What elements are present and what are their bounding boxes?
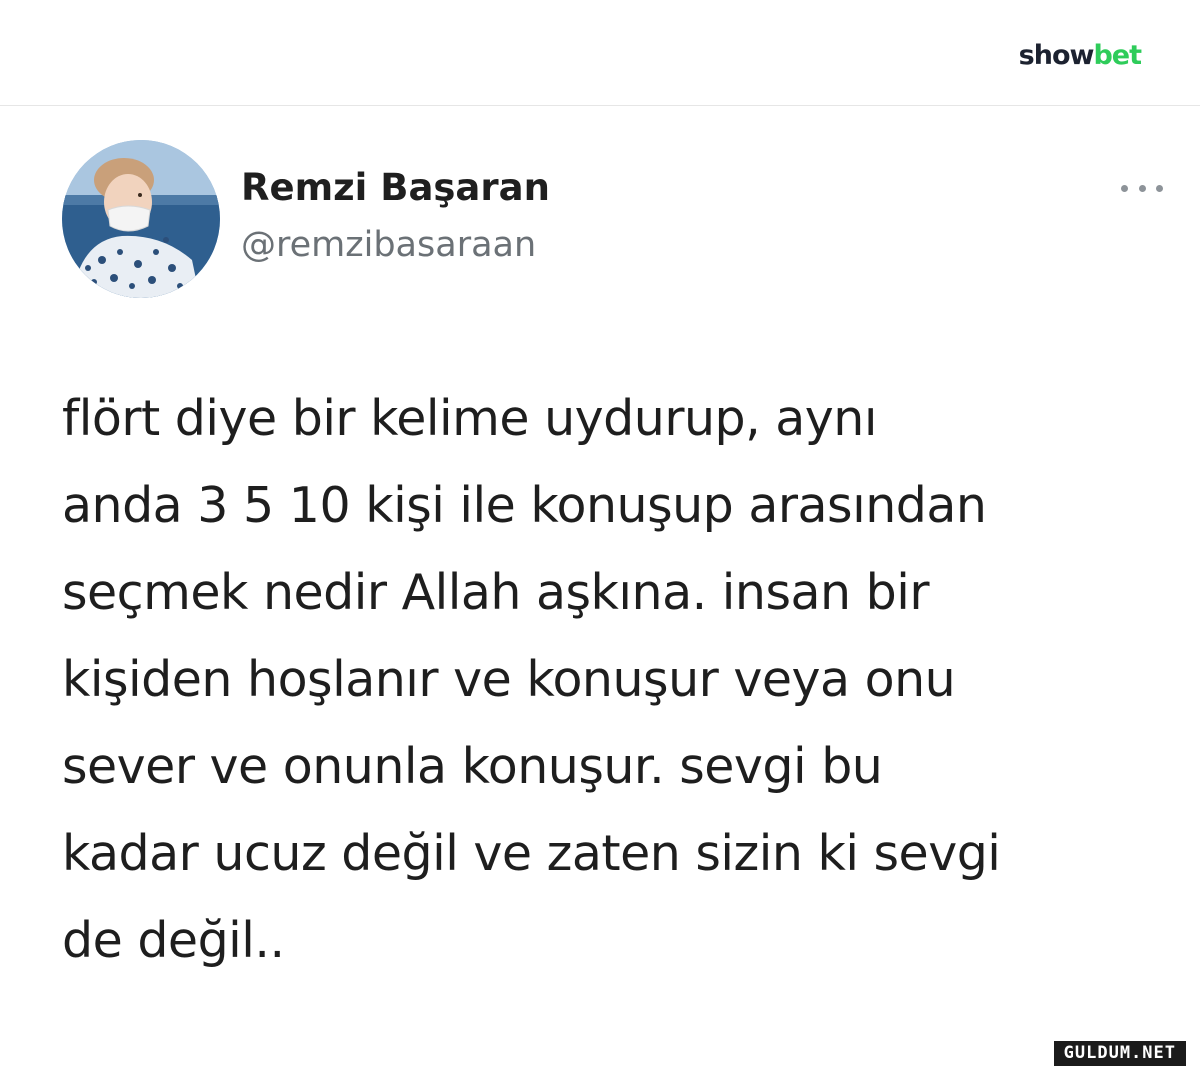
watermark-label: GULDUM.NET [1053, 1041, 1186, 1066]
more-dot [1156, 184, 1163, 192]
tweet-text-line: kadar ucuz değil ve zaten sizin ki sevgi [62, 825, 1001, 882]
tweet-text-line: de değil.. [62, 912, 285, 969]
tweet-text: flört diye bir kelime uydurup, aynı anda… [62, 375, 1162, 984]
author-handle[interactable]: @remzibasaraan [241, 226, 536, 265]
avatar[interactable] [62, 140, 220, 298]
more-horizontal-icon[interactable] [1117, 173, 1167, 203]
avatar-photo [62, 140, 220, 298]
tweet-text-line: seçmek nedir Allah aşkına. insan bir [62, 564, 930, 621]
brand-logo-part-bet: bet [1093, 40, 1142, 71]
top-header: showbet [0, 0, 1200, 106]
tweet-text-line: anda 3 5 10 kişi ile konuşup arasından [62, 477, 987, 534]
tweet-text-line: sever ve onunla konuşur. sevgi bu [62, 738, 883, 795]
tweet-text-line: kişiden hoşlanır ve konuşur veya onu [62, 651, 956, 708]
brand-logo[interactable]: showbet [1018, 40, 1142, 71]
more-dot [1121, 184, 1128, 192]
brand-logo-part-show: show [1018, 40, 1095, 71]
author-display-name[interactable]: Remzi Başaran [241, 167, 550, 209]
more-dot [1138, 184, 1146, 192]
tweet-text-line: flört diye bir kelime uydurup, aynı [62, 390, 877, 447]
